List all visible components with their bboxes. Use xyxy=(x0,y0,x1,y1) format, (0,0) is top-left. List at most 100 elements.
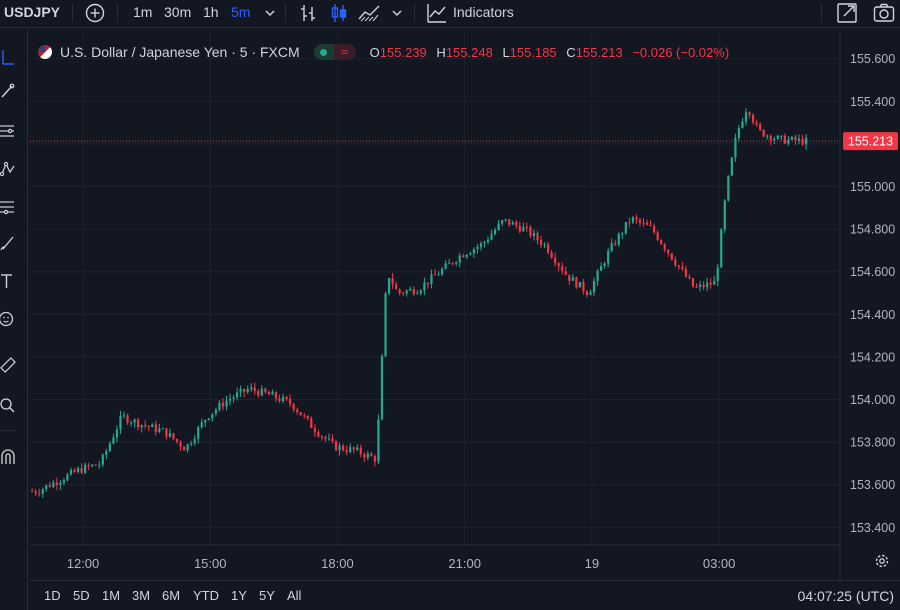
fib-retracement-icon[interactable] xyxy=(0,122,16,140)
candle-body-down xyxy=(663,244,666,250)
toolbar-divider xyxy=(117,4,118,22)
candle-body-up xyxy=(115,429,119,438)
symbol-search-button[interactable]: USDJPY xyxy=(4,0,60,26)
time-axis-label: 03:00 xyxy=(703,556,736,571)
candle-body-down xyxy=(144,425,147,427)
utc-clock[interactable]: 04:07:25 (UTC) xyxy=(798,588,894,604)
candle-body-down xyxy=(670,253,673,260)
toolbar-divider xyxy=(285,4,286,22)
candle-body-up xyxy=(380,356,384,420)
price-chart[interactable]: 153.400 153.600 153.800 154.000 154.200 154.4… xyxy=(30,30,900,580)
fullscreen-external-icon[interactable] xyxy=(835,1,859,25)
interval-dropdown-chevron-icon[interactable] xyxy=(258,1,282,25)
pattern-tool-icon[interactable] xyxy=(0,160,16,178)
candle-body-down xyxy=(628,222,631,224)
candle-body-up xyxy=(366,453,369,458)
range-all-button[interactable]: All xyxy=(287,588,301,603)
trend-line-icon[interactable] xyxy=(0,82,16,100)
candle-body-up xyxy=(105,450,108,455)
bar-chart-type-icon[interactable] xyxy=(296,1,320,25)
open-value: 155.239 xyxy=(379,44,427,60)
candle-body-up xyxy=(787,139,790,144)
range-1d-button[interactable]: 1D xyxy=(44,588,61,603)
candle-body-up xyxy=(218,402,221,410)
candle-body-down xyxy=(359,447,362,455)
high-value: 155.248 xyxy=(445,44,493,60)
candle-body-down xyxy=(677,265,680,267)
prediction-measure-icon[interactable] xyxy=(0,198,16,216)
candle-body-down xyxy=(296,409,299,413)
candle-body-up xyxy=(52,482,55,487)
range-3m-button[interactable]: 3M xyxy=(132,588,150,603)
candle-body-up xyxy=(543,244,546,246)
camera-snapshot-icon[interactable] xyxy=(872,1,896,25)
range-ytd-button[interactable]: YTD xyxy=(193,588,219,603)
candle-body-down xyxy=(660,240,663,245)
wave-icon: ≈ xyxy=(333,44,356,60)
candle-body-up xyxy=(112,437,115,444)
interval-5m-button[interactable]: 5m xyxy=(231,0,250,26)
candle-body-up xyxy=(437,274,440,276)
interval-1m-button[interactable]: 1m xyxy=(133,0,152,26)
interval-1h-button[interactable]: 1h xyxy=(203,0,219,26)
candle-body-up xyxy=(84,464,87,473)
candle-body-up xyxy=(741,121,744,128)
candle-body-up xyxy=(713,281,716,285)
area-chart-type-icon[interactable] xyxy=(357,1,381,25)
candle-body-down xyxy=(370,453,373,457)
candle-body-up xyxy=(698,284,702,287)
zoom-in-icon[interactable] xyxy=(0,396,16,414)
indicators-icon[interactable] xyxy=(425,1,449,25)
close-key: C xyxy=(566,44,576,60)
candle-body-up xyxy=(45,485,48,490)
emoji-icon[interactable] xyxy=(0,310,16,328)
candle-body-down xyxy=(769,135,772,141)
candle-body-down xyxy=(289,398,292,404)
candle-body-up xyxy=(469,253,472,255)
drawing-toolbar xyxy=(0,30,28,610)
candle-body-down xyxy=(257,391,260,396)
settings-gear-icon[interactable] xyxy=(874,553,890,569)
candle-body-down xyxy=(313,428,316,433)
candle-body-up xyxy=(232,397,235,399)
magnet-icon[interactable] xyxy=(0,448,16,466)
candle-body-down xyxy=(126,415,129,423)
text-tool-icon[interactable] xyxy=(0,272,16,290)
candle-body-down xyxy=(568,274,571,281)
candle-body-up xyxy=(727,175,730,201)
top-toolbar: USDJPY 1m 30m 1h 5m Indicators xyxy=(0,0,900,28)
price-axis-label: 153.800 xyxy=(850,436,895,450)
crosshair-cursor-icon[interactable] xyxy=(0,48,16,66)
candle-body-up xyxy=(780,135,783,137)
candle-body-down xyxy=(73,469,76,472)
compare-symbol-plus-icon[interactable] xyxy=(83,1,107,25)
symbol-title[interactable]: U.S. Dollar / Japanese Yen · 5 · FXCM xyxy=(60,44,300,60)
brush-icon[interactable] xyxy=(0,234,16,252)
candle-body-up xyxy=(430,274,433,285)
candle-body-down xyxy=(582,281,585,292)
candle-body-down xyxy=(267,392,270,395)
range-1y-button[interactable]: 1Y xyxy=(231,588,247,603)
chart-type-dropdown-chevron-icon[interactable] xyxy=(385,1,409,25)
range-5y-button[interactable]: 5Y xyxy=(259,588,275,603)
ruler-measure-icon[interactable] xyxy=(0,356,16,374)
candle-body-down xyxy=(638,219,642,223)
candles-chart-type-icon[interactable] xyxy=(327,1,351,25)
candle-body-up xyxy=(624,222,627,234)
candle-body-up xyxy=(405,290,408,294)
candle-body-down xyxy=(31,491,34,493)
range-1m-button[interactable]: 1M xyxy=(102,588,120,603)
chart-pane[interactable]: 153.400 153.600 153.800 154.000 154.200 154.4… xyxy=(30,30,900,610)
market-status-pill[interactable]: ≈ xyxy=(313,44,356,60)
candle-body-up xyxy=(69,469,73,475)
candle-body-up xyxy=(59,482,62,486)
indicators-button[interactable]: Indicators xyxy=(453,0,514,26)
range-6m-button[interactable]: 6M xyxy=(162,588,180,603)
interval-30m-button[interactable]: 30m xyxy=(164,0,191,26)
range-5d-button[interactable]: 5D xyxy=(73,588,90,603)
candle-body-down xyxy=(317,432,320,437)
candle-body-up xyxy=(409,289,412,291)
candle-body-up xyxy=(193,438,196,444)
candle-body-up xyxy=(204,419,207,423)
candle-body-down xyxy=(299,412,302,416)
